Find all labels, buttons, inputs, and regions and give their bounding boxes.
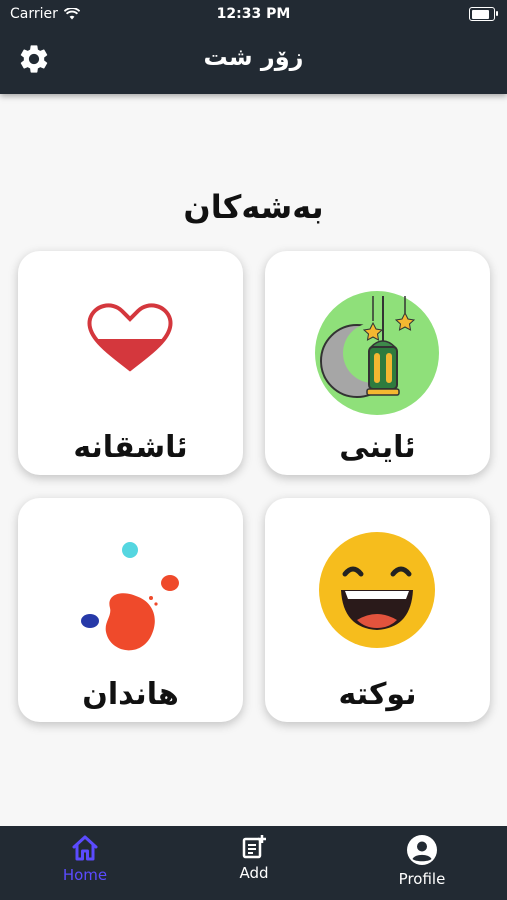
card-label: هاندان (82, 677, 179, 712)
battery-icon (469, 7, 498, 21)
category-card-jokes[interactable]: نوکتە (265, 498, 490, 722)
paint-splash-icon (81, 542, 179, 651)
category-card-religious[interactable]: ئاینی (265, 251, 490, 475)
bottom-tab-bar: Home Add Profile (0, 826, 507, 900)
card-label: ئاشقانە (73, 430, 188, 465)
category-card-motivation[interactable]: هاندان (18, 498, 243, 722)
add-note-icon (242, 835, 266, 859)
tab-profile[interactable]: Profile (372, 834, 472, 888)
clock: 12:33 PM (216, 6, 291, 22)
section-heading: بەشەکان (183, 188, 324, 226)
card-label: ئاینی (339, 430, 416, 465)
tab-profile-label: Profile (398, 870, 446, 888)
top-navigation-bar: Carrier 12:33 PM زۆر شت (0, 0, 507, 94)
laughing-face-icon (319, 532, 435, 648)
profile-icon (407, 835, 437, 865)
heart-icon (87, 303, 173, 372)
crescent-lantern-icon (315, 291, 439, 415)
page-title: زۆر شت (203, 43, 304, 71)
tab-add[interactable]: Add (204, 834, 304, 882)
tab-add-label: Add (239, 864, 269, 882)
status-bar: Carrier 12:33 PM (0, 0, 507, 28)
card-label: نوکتە (338, 677, 417, 712)
home-icon (72, 835, 98, 861)
tab-home[interactable]: Home (35, 834, 135, 884)
tab-home-label: Home (62, 866, 108, 884)
category-card-love[interactable]: ئاشقانە (18, 251, 243, 475)
